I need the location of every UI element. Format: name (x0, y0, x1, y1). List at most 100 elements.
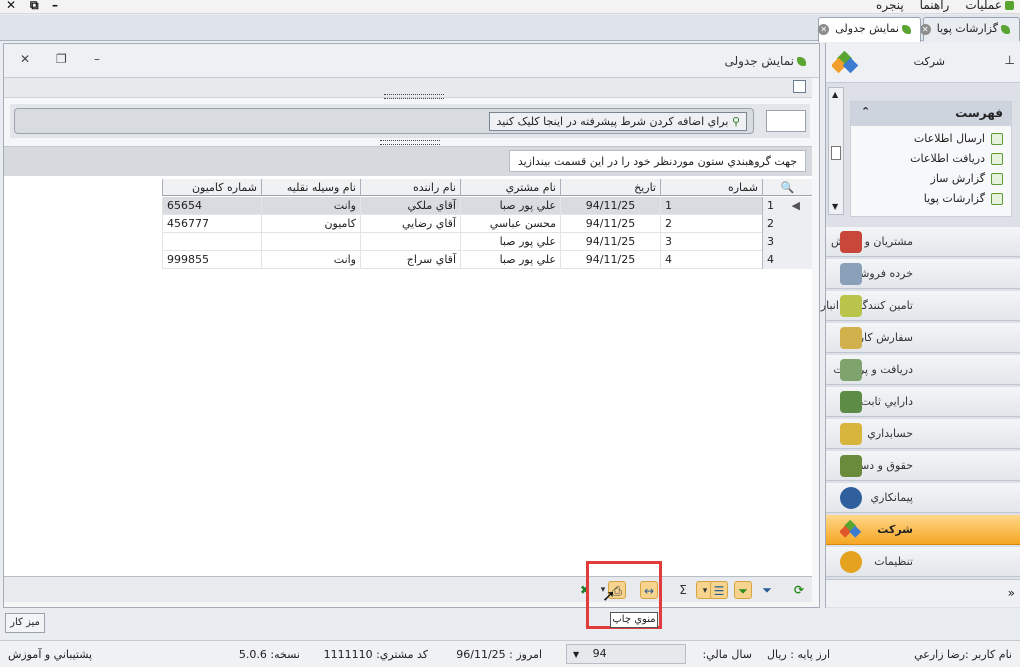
splitter-handle[interactable] (384, 94, 444, 99)
cell-customer: علي پور صبا (460, 233, 560, 251)
column-list-icon[interactable]: ☰ (710, 581, 728, 599)
filter-bar: ⚲ براي اضافه کردن شرط پيشرفته در اينجا ک… (10, 104, 810, 138)
nav-work-order[interactable]: سفارش کار (826, 323, 1020, 353)
grid-search-icon[interactable]: 🔍 (762, 179, 812, 196)
close-tab-icon[interactable]: ✕ (919, 24, 931, 35)
cell-driver: آقاي رضايي (360, 215, 460, 233)
tab-table-view[interactable]: نمایش جدولی✕ (818, 17, 921, 42)
nav-payroll[interactable]: حقوق و دستمزد (826, 451, 1020, 481)
fiscal-year-select[interactable]: ▼ 94 (566, 644, 686, 664)
status-version: نسخه: 5.0.6 (238, 648, 300, 661)
table-row[interactable]: 2 2 94/11/25 محسن عباسي آقاي رضايي کاميو… (162, 215, 812, 233)
column-header-driver[interactable]: نام راننده (360, 179, 460, 196)
app-icon (1005, 1, 1014, 10)
cell-truck-number: 65654 (162, 197, 261, 215)
cell-date: 94/11/25 (560, 197, 660, 215)
cell-vehicle: کاميون (261, 215, 360, 233)
auto-filter-icon[interactable]: ⏷ (734, 581, 752, 599)
panel-scrollbar[interactable]: ▲ ▼ (828, 87, 844, 215)
scroll-up-icon[interactable]: ▲ (832, 90, 838, 99)
support-link[interactable]: پشتيباني و آموزش (8, 648, 92, 661)
filter-value-box[interactable] (766, 110, 806, 132)
cell-customer: علي پور صبا (460, 251, 560, 269)
cell-vehicle: وانت (261, 197, 360, 215)
close-icon[interactable]: ✕ (6, 0, 16, 12)
work-order-icon (840, 327, 862, 349)
row-indicator: 3 (762, 233, 812, 251)
scroll-thumb[interactable] (831, 146, 841, 160)
close-window-icon[interactable]: ✕ (20, 52, 30, 66)
refresh-icon[interactable]: ⟳ (790, 581, 808, 599)
filter-icon[interactable]: ⏷ (758, 581, 776, 599)
nav-accounting[interactable]: حسابداري (826, 419, 1020, 449)
desktop-tab[interactable]: ميز کار (5, 613, 45, 633)
menu-operations[interactable]: عملیات (965, 0, 1014, 12)
sum-icon[interactable]: Σ (674, 581, 692, 599)
menu-help[interactable]: راهنما (920, 0, 950, 12)
scroll-down-icon[interactable]: ▼ (832, 202, 838, 211)
nav-customers-sales[interactable]: مشتريان و فروش (826, 227, 1020, 257)
list-item[interactable]: گزارش ساز (931, 172, 1003, 185)
row-indicator: 4 (762, 251, 812, 269)
list-header: فهرست ⌃ (851, 102, 1011, 126)
column-header-date[interactable]: تاريخ (560, 179, 660, 196)
warehouse-icon (840, 295, 862, 317)
group-by-hint: جهت گروهبندي ستون موردنظر خود را در اين … (508, 150, 806, 172)
nav-fixed-assets[interactable]: دارايي ثابت (826, 387, 1020, 417)
list-item[interactable]: ارسال اطلاعات (914, 132, 1003, 145)
nav-receipt-payment[interactable]: دريافت و پرداخت (826, 355, 1020, 385)
fixed-assets-icon (840, 391, 862, 413)
nav-suppliers-warehouse[interactable]: تامين کنندگان و انبار (821, 291, 1020, 321)
close-tab-icon[interactable]: ✕ (818, 24, 830, 35)
receive-data-icon (991, 153, 1003, 165)
retail-icon (840, 263, 862, 285)
splitter-handle[interactable] (380, 140, 440, 145)
table-row[interactable]: 3 3 94/11/25 علي پور صبا (162, 233, 812, 251)
window-titlebar: ✕ ❐ – نمایش جدولی (4, 44, 819, 78)
pin-icon[interactable]: ⊥ (1005, 53, 1015, 67)
cell-truck-number (162, 233, 261, 251)
minimize-window-icon[interactable]: – (94, 52, 100, 66)
status-customer-code: کد مشتري: 1111110 (323, 648, 428, 661)
restore-window-icon[interactable]: ❐ (56, 52, 67, 66)
column-header-customer[interactable]: نام مشتري (460, 179, 560, 196)
cell-vehicle (261, 233, 360, 251)
cell-number: 3 (660, 233, 762, 251)
list-item[interactable]: دريافت اطلاعات (910, 152, 1003, 165)
payroll-icon (840, 455, 862, 477)
cell-driver (360, 233, 460, 251)
restore-icon[interactable]: ⧉ (30, 0, 39, 13)
panel-title: شرکت (913, 55, 945, 68)
minimize-icon[interactable]: – (52, 0, 58, 12)
table-row[interactable]: ◀ 1 1 94/11/25 علي پور صبا آقاي ملکي وان… (162, 197, 812, 215)
advanced-filter-button[interactable]: ⚲ براي اضافه کردن شرط پيشرفته در اينجا ک… (489, 112, 747, 131)
column-header-number[interactable]: شماره (660, 179, 762, 196)
column-header-truck-number[interactable]: شماره کاميون (162, 179, 261, 196)
nav-settings[interactable]: تنظيمات (826, 547, 1020, 577)
nav-contracting[interactable]: پيمانکاري (826, 483, 1020, 513)
tab-dynamic-reports[interactable]: گزارشات پویا✕ (919, 17, 1020, 41)
status-user: نام کاربر :رضا زارعي (914, 648, 1012, 661)
expand-panel-icon[interactable]: » (1008, 586, 1015, 600)
table-row[interactable]: 4 4 94/11/25 علي پور صبا آقاي سراج وانت … (162, 251, 812, 269)
cell-customer: علي پور صبا (460, 197, 560, 215)
nav-retail[interactable]: خرده فروشي (826, 259, 1020, 289)
menu-bar: ✕ ⧉ – عملیات راهنما پنجره (0, 0, 1020, 14)
advanced-filter-box[interactable]: ⚲ براي اضافه کردن شرط پيشرفته در اينجا ک… (14, 108, 754, 134)
company-icon (839, 519, 862, 541)
shortcut-list: فهرست ⌃ ارسال اطلاعات دريافت اطلاعات گزا… (850, 101, 1012, 217)
table-icon (902, 24, 911, 34)
column-chooser-icon[interactable] (793, 80, 806, 93)
menu-window[interactable]: پنجره (876, 0, 904, 12)
cell-date: 94/11/25 (560, 251, 660, 269)
collapse-icon[interactable]: ⌃ (861, 105, 870, 118)
column-header-vehicle[interactable]: نام وسيله نقليه (261, 179, 360, 196)
group-by-panel[interactable]: جهت گروهبندي ستون موردنظر خود را در اين … (4, 140, 812, 176)
dropdown-arrow-icon: ▼ (573, 650, 580, 659)
cell-truck-number: 999855 (162, 251, 261, 269)
column-chooser-strip (4, 78, 812, 99)
panel-header: شرکت ⊥ (826, 43, 1020, 83)
nav-company[interactable]: شرکت (826, 515, 1020, 545)
cell-number: 1 (660, 197, 762, 215)
list-item[interactable]: گزارشات پويا (924, 192, 1003, 205)
